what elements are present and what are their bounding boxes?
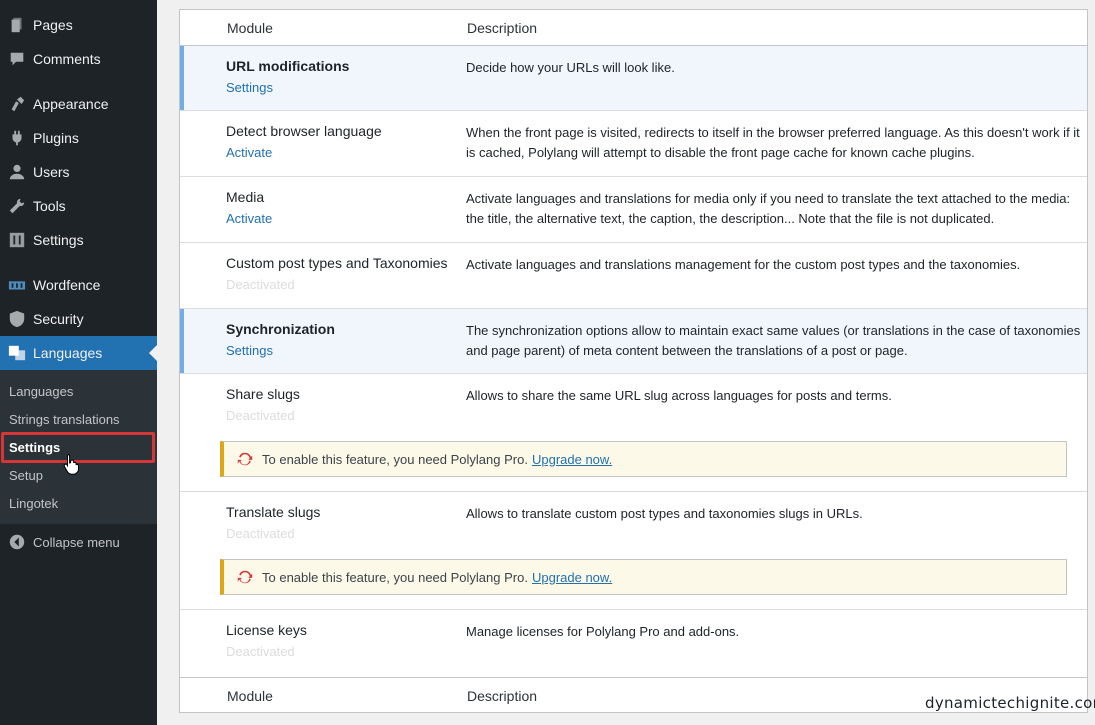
wordfence-icon <box>0 276 33 294</box>
module-activate-link[interactable]: Activate <box>226 145 272 160</box>
module-row-share-slugs: Share slugs Deactivated Allows to share … <box>180 374 1087 492</box>
refresh-icon <box>237 570 253 584</box>
collapse-menu-button[interactable]: Collapse menu <box>0 525 157 559</box>
module-name: Share slugs <box>226 386 300 402</box>
settings-icon <box>0 231 33 249</box>
notice-text: To enable this feature, you need Polylan… <box>262 451 528 467</box>
watermark-text: dynamictechignite.com <box>925 694 1095 712</box>
submenu-item-strings-translations[interactable]: Strings translations <box>9 408 120 430</box>
menu-item-tools[interactable]: Tools <box>0 189 157 223</box>
modules-table: Module Description URL modifications Set… <box>179 9 1088 713</box>
module-name: Media <box>226 189 265 205</box>
menu-label: Users <box>33 164 70 180</box>
menu-label: Languages <box>33 345 103 361</box>
comments-icon <box>0 50 33 68</box>
menu-label: Tools <box>33 198 66 214</box>
module-row-url-modifications: URL modifications Settings Decide how yo… <box>180 46 1087 111</box>
menu-item-wordfence[interactable]: Wordfence <box>0 268 157 302</box>
menu-item-comments[interactable]: Comments <box>0 42 157 76</box>
menu-label: Appearance <box>33 96 109 112</box>
column-footer-module[interactable]: Module <box>227 688 273 704</box>
upgrade-now-link[interactable]: Upgrade now. <box>532 570 612 585</box>
users-icon <box>0 163 33 181</box>
module-description: Activate languages and translations mana… <box>466 257 1021 272</box>
module-row-media: Media Activate Activate languages and tr… <box>180 177 1087 243</box>
submenu-item-setup[interactable]: Setup <box>9 464 43 486</box>
menu-item-settings[interactable]: Settings <box>0 223 157 257</box>
menu-item-users[interactable]: Users <box>0 155 157 189</box>
menu-item-appearance[interactable]: Appearance <box>0 87 157 121</box>
notice-text: To enable this feature, you need Polylan… <box>262 569 528 585</box>
module-activate-link[interactable]: Activate <box>226 211 272 226</box>
column-header-description: Description <box>467 19 538 36</box>
collapse-icon <box>0 533 33 551</box>
module-description: Allows to translate custom post types an… <box>466 506 863 521</box>
hand-cursor-icon <box>63 454 79 475</box>
module-settings-link[interactable]: Settings <box>226 80 273 95</box>
upgrade-notice: To enable this feature, you need Polylan… <box>220 441 1067 477</box>
tools-icon <box>0 197 33 215</box>
menu-label: Comments <box>33 51 101 67</box>
translate-icon <box>0 344 33 362</box>
module-description: Decide how your URLs will look like. <box>466 60 675 75</box>
menu-label: Plugins <box>33 130 79 146</box>
module-row-detect-browser-language: Detect browser language Activate When th… <box>180 111 1087 177</box>
module-name: Synchronization <box>226 321 335 337</box>
module-description: When the front page is visited, redirect… <box>466 125 1080 160</box>
module-row-license-keys: License keys Deactivated Manage licenses… <box>180 610 1087 677</box>
plugins-icon <box>0 129 33 147</box>
menu-label: Pages <box>33 17 73 33</box>
module-settings-link[interactable]: Settings <box>226 343 273 358</box>
admin-sidebar: Pages Comments Appearance Plugins Users … <box>0 0 157 725</box>
menu-label: Wordfence <box>33 277 101 293</box>
module-row-custom-post-types: Custom post types and Taxonomies Deactiv… <box>180 243 1087 309</box>
upgrade-now-link[interactable]: Upgrade now. <box>532 452 612 467</box>
module-name: License keys <box>226 622 307 638</box>
menu-label: Settings <box>33 232 84 248</box>
module-status: Deactivated <box>226 408 295 423</box>
menu-item-security[interactable]: Security <box>0 302 157 336</box>
module-row-synchronization: Synchronization Settings The synchroniza… <box>180 309 1087 374</box>
table-header: Module Description <box>180 10 1087 46</box>
submenu-item-languages[interactable]: Languages <box>9 380 73 402</box>
module-description: Allows to share the same URL slug across… <box>466 388 892 403</box>
module-name: Custom post types and Taxonomies <box>226 255 448 271</box>
column-footer-description: Description <box>467 687 538 704</box>
module-status: Deactivated <box>226 644 295 659</box>
module-name: Translate slugs <box>226 504 321 520</box>
menu-label: Security <box>33 311 84 327</box>
upgrade-notice: To enable this feature, you need Polylan… <box>220 559 1067 595</box>
module-status: Deactivated <box>226 277 295 292</box>
column-header-module[interactable]: Module <box>227 20 273 36</box>
module-name: Detect browser language <box>226 123 382 139</box>
module-description: Manage licenses for Polylang Pro and add… <box>466 624 740 639</box>
menu-item-plugins[interactable]: Plugins <box>0 121 157 155</box>
module-status: Deactivated <box>226 526 295 541</box>
submenu-item-lingotek[interactable]: Lingotek <box>9 492 58 514</box>
shield-icon <box>0 310 33 328</box>
appearance-icon <box>0 95 33 113</box>
module-description: Activate languages and translations for … <box>466 191 1071 226</box>
pages-icon <box>0 16 33 34</box>
module-row-translate-slugs: Translate slugs Deactivated Allows to tr… <box>180 492 1087 610</box>
menu-item-pages[interactable]: Pages <box>0 8 157 42</box>
menu-item-languages[interactable]: Languages <box>0 336 157 370</box>
module-description: The synchronization options allow to mai… <box>466 323 1081 358</box>
collapse-label: Collapse menu <box>33 534 120 550</box>
module-name: URL modifications <box>226 58 350 74</box>
refresh-icon <box>237 452 253 466</box>
